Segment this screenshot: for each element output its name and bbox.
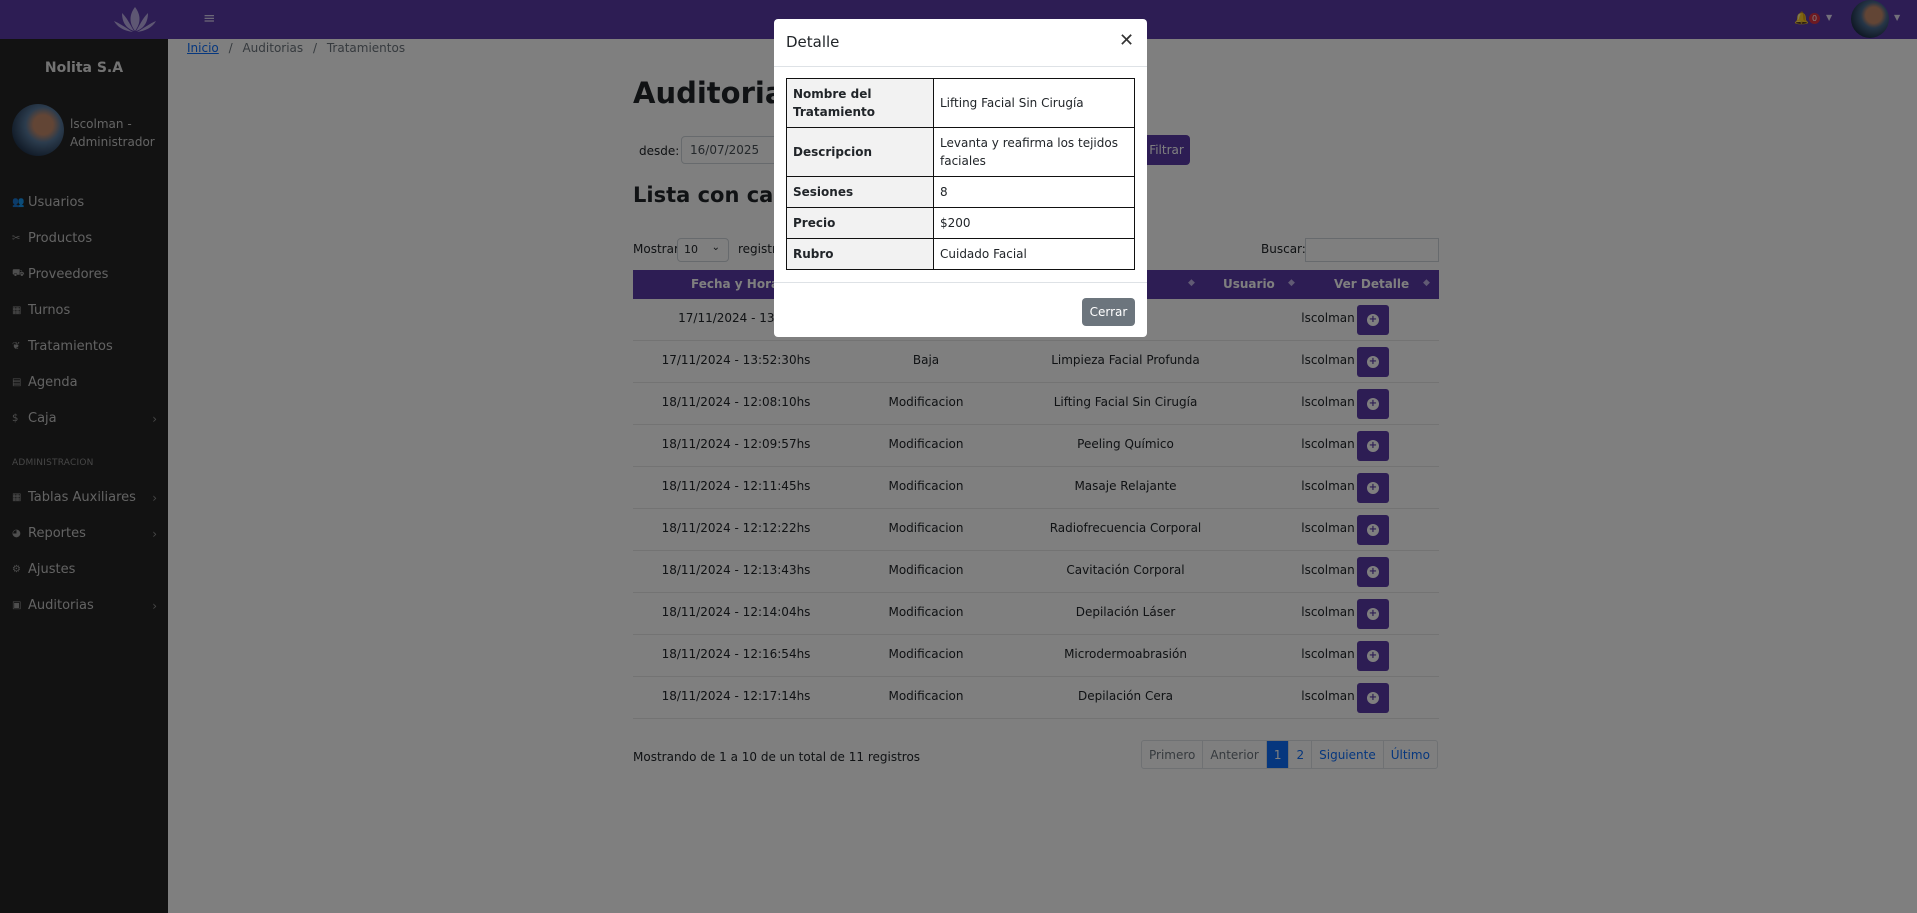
detail-key: Rubro — [786, 238, 934, 270]
detail-value: Lifting Facial Sin Cirugía — [933, 78, 1135, 128]
detail-row: Descripcion Levanta y reafirma los tejid… — [786, 127, 1135, 177]
detail-modal: Detalle ✕ Nombre del Tratamiento Lifting… — [774, 19, 1147, 337]
detail-value: Levanta y reafirma los tejidos faciales — [933, 127, 1135, 177]
modal-footer: Cerrar — [774, 282, 1147, 337]
detail-value: Cuidado Facial — [933, 238, 1135, 270]
close-button[interactable]: Cerrar — [1082, 298, 1135, 326]
modal-title: Detalle — [786, 33, 840, 51]
close-icon[interactable]: ✕ — [1119, 30, 1134, 51]
detail-table: Nombre del Tratamiento Lifting Facial Si… — [786, 78, 1135, 270]
detail-key: Sesiones — [786, 176, 934, 208]
detail-row: Precio $200 — [786, 207, 1135, 239]
detail-value: $200 — [933, 207, 1135, 239]
detail-key: Nombre del Tratamiento — [786, 78, 934, 128]
modal-header: Detalle ✕ — [774, 19, 1147, 67]
detail-row: Nombre del Tratamiento Lifting Facial Si… — [786, 78, 1135, 128]
detail-row: Rubro Cuidado Facial — [786, 238, 1135, 270]
detail-row: Sesiones 8 — [786, 176, 1135, 208]
detail-key: Precio — [786, 207, 934, 239]
detail-key: Descripcion — [786, 127, 934, 177]
detail-value: 8 — [933, 176, 1135, 208]
